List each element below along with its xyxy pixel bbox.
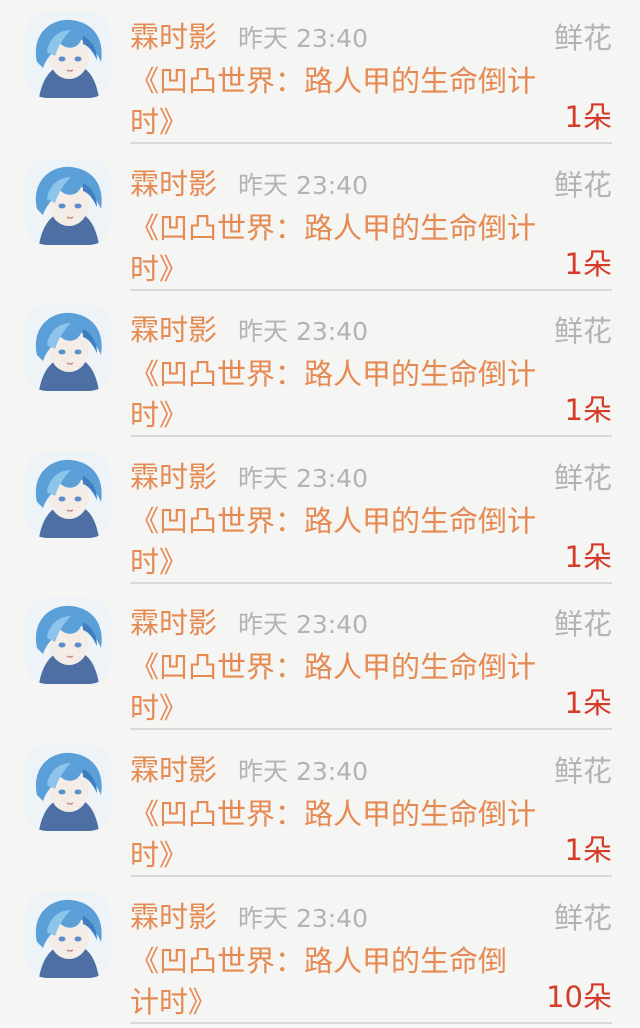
book-title[interactable]: 《凹凸世界：路人甲的生命倒计时》 (130, 208, 554, 290)
avatar-image (25, 451, 111, 538)
avatar-image (25, 891, 111, 978)
gift-count: 1朵 (564, 100, 612, 134)
gift-time: 昨天 23:40 (238, 24, 368, 53)
row-divider (130, 875, 612, 877)
gift-type: 鲜花 (553, 607, 612, 642)
row-divider (130, 288, 612, 291)
avatar[interactable] (25, 598, 111, 685)
gift-time: 昨天 23:40 (238, 317, 368, 347)
gift-time: 昨天 23:40 (238, 757, 368, 786)
book-title[interactable]: 《凹凸世界：路人甲的生命倒计时》 (130, 61, 554, 143)
avatar-image (25, 598, 111, 685)
gift-time: 昨天 23:40 (238, 463, 368, 493)
row-divider (130, 1021, 612, 1024)
gift-record-row[interactable]: 霖时影 昨天 23:40 鲜花 《凹凸世界：路人甲的生命倒计时》 1朵 (0, 586, 640, 733)
user-name[interactable]: 霖时影 (130, 753, 217, 787)
user-name[interactable]: 霖时影 (130, 606, 217, 640)
gift-time: 昨天 23:40 (238, 170, 368, 200)
user-name[interactable]: 霖时影 (130, 20, 217, 54)
row-divider (130, 435, 612, 438)
avatar-image (25, 745, 111, 831)
avatar-image (25, 12, 111, 98)
gift-count: 1朵 (564, 833, 612, 867)
gift-type: 鲜花 (553, 754, 612, 788)
user-name[interactable]: 霖时影 (130, 167, 217, 201)
gift-type: 鲜花 (553, 21, 612, 55)
row-divider (130, 142, 612, 144)
gift-time: 昨天 23:40 (238, 610, 368, 640)
gift-count: 1朵 (564, 246, 612, 281)
user-name[interactable]: 霖时影 (130, 460, 217, 494)
gift-record-row[interactable]: 霖时影 昨天 23:40 鲜花 《凹凸世界：路人甲的生命倒计时》 1朵 (0, 440, 640, 587)
row-divider (130, 728, 612, 731)
book-title[interactable]: 《凹凸世界：路人甲的生命倒计时》 (130, 941, 530, 1023)
gift-type: 鲜花 (553, 314, 612, 349)
book-title[interactable]: 《凹凸世界：路人甲的生命倒计时》 (130, 501, 554, 583)
gift-record-row[interactable]: 霖时影 昨天 23:40 鲜花 《凹凸世界：路人甲的生命倒计时》 1朵 (0, 0, 640, 147)
row-divider (130, 581, 612, 584)
gift-type: 鲜花 (553, 460, 612, 495)
gift-time: 昨天 23:40 (238, 903, 368, 933)
avatar[interactable] (25, 451, 111, 538)
avatar[interactable] (25, 745, 111, 831)
avatar[interactable] (25, 12, 111, 98)
gift-count: 1朵 (564, 393, 612, 428)
gift-count: 10朵 (546, 979, 612, 1014)
book-title[interactable]: 《凹凸世界：路人甲的生命倒计时》 (130, 794, 554, 876)
gift-type: 鲜花 (553, 900, 612, 935)
user-name[interactable]: 霖时影 (130, 900, 217, 934)
gift-record-row[interactable]: 霖时影 昨天 23:40 鲜花 《凹凸世界：路人甲的生命倒计时》 1朵 (0, 147, 640, 294)
avatar-image (25, 158, 111, 245)
avatar[interactable] (25, 158, 111, 245)
gift-type: 鲜花 (553, 167, 612, 202)
avatar-image (25, 305, 111, 392)
gift-record-row[interactable]: 霖时影 昨天 23:40 鲜花 《凹凸世界：路人甲的生命倒计时》 1朵 (0, 733, 640, 880)
avatar[interactable] (25, 891, 111, 978)
user-name[interactable]: 霖时影 (130, 313, 217, 347)
gift-record-row[interactable]: 霖时影 昨天 23:40 鲜花 《凹凸世界：路人甲的生命倒计时》 10朵 (0, 880, 640, 1027)
book-title[interactable]: 《凹凸世界：路人甲的生命倒计时》 (130, 647, 554, 729)
gift-count: 1朵 (564, 686, 612, 721)
avatar[interactable] (25, 305, 111, 392)
gift-record-list: 霖时影 昨天 23:40 鲜花 《凹凸世界：路人甲的生命倒计时》 1朵 霖时影 … (0, 0, 640, 1028)
gift-count: 1朵 (564, 539, 612, 574)
gift-record-row[interactable]: 霖时影 昨天 23:40 鲜花 《凹凸世界：路人甲的生命倒计时》 1朵 (0, 293, 640, 440)
book-title[interactable]: 《凹凸世界：路人甲的生命倒计时》 (130, 354, 554, 436)
